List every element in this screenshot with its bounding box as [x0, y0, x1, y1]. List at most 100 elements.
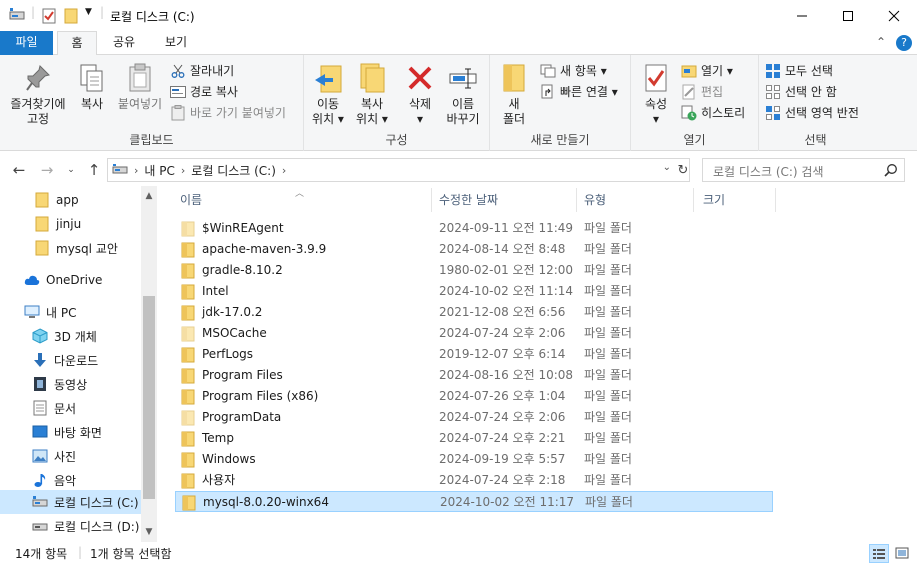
nav-item-jinju[interactable]: jinju	[0, 212, 141, 236]
breadcrumb-separator-icon[interactable]: ›	[181, 164, 185, 177]
invert-selection-button[interactable]: 선택 영역 반전	[765, 103, 859, 123]
nav-item-mysql-notes[interactable]: mysql 교안	[0, 236, 141, 260]
scroll-down-arrow-icon[interactable]: ▼	[141, 524, 157, 540]
file-row[interactable]: 사용자 2024-07-24 오후 2:18 파일 폴더	[175, 470, 773, 491]
close-button[interactable]	[871, 0, 917, 31]
history-button[interactable]: 히스토리	[681, 103, 745, 123]
breadcrumb-local-disk-c[interactable]: 로컬 디스크 (C:)	[191, 162, 276, 179]
column-divider[interactable]	[693, 188, 694, 212]
minimize-button[interactable]	[779, 0, 825, 31]
nav-item-music[interactable]: 음악	[0, 468, 141, 492]
breadcrumb-separator-icon[interactable]: ›	[134, 164, 138, 177]
tab-file[interactable]: 파일	[0, 31, 53, 55]
new-item-button[interactable]: 새 항목 ▾	[540, 61, 607, 81]
file-row[interactable]: Program Files 2024-08-16 오전 10:08 파일 폴더	[175, 365, 773, 386]
up-arrow-icon[interactable]: ↑	[84, 161, 104, 179]
help-icon[interactable]: ?	[896, 35, 912, 51]
copy-to-button[interactable]: 복사 위치 ▾	[352, 59, 392, 127]
file-row[interactable]: PerfLogs 2019-12-07 오후 6:14 파일 폴더	[175, 344, 773, 365]
tab-share[interactable]: 공유	[103, 31, 145, 55]
paste-shortcut-button[interactable]: 바로 가기 붙여넣기	[170, 103, 286, 123]
drive-icon	[32, 494, 48, 510]
nav-item-desktop[interactable]: 바탕 화면	[0, 420, 141, 444]
drive-icon[interactable]	[9, 8, 25, 25]
maximize-button[interactable]	[825, 0, 871, 31]
type-cell: 파일 폴더	[584, 305, 632, 319]
search-box[interactable]: 로컬 디스크 (C:) 검색	[702, 158, 905, 182]
details-view-button[interactable]	[869, 544, 889, 563]
file-name-label: mysql-8.0.20-winx64	[203, 495, 329, 509]
scroll-up-arrow-icon[interactable]: ▲	[141, 188, 157, 204]
forward-arrow-icon[interactable]: →	[37, 161, 57, 179]
column-divider[interactable]	[775, 188, 776, 212]
file-name-cell: gradle-8.10.2	[181, 260, 283, 281]
file-row[interactable]: $WinREAgent 2024-09-11 오전 11:49 파일 폴더	[175, 218, 773, 239]
easy-access-button[interactable]: 빠른 연결 ▾	[540, 82, 618, 102]
tab-home[interactable]: 홈	[57, 31, 97, 56]
nav-item-pictures[interactable]: 사진	[0, 444, 141, 468]
refresh-icon[interactable]: ↻	[673, 161, 693, 179]
select-all-button[interactable]: 모두 선택	[765, 61, 833, 81]
nav-item-this-pc[interactable]: 내 PC	[0, 300, 141, 324]
folder-icon	[498, 61, 530, 95]
breadcrumb-separator-icon[interactable]: ›	[282, 164, 286, 177]
file-row[interactable]: Program Files (x86) 2024-07-26 오후 1:04 파일 …	[175, 386, 773, 407]
nav-item-videos[interactable]: 동영상	[0, 372, 141, 396]
file-row[interactable]: MSOCache 2024-07-24 오후 2:06 파일 폴더	[175, 323, 773, 344]
file-list: ︿ 이름 수정한 날짜 유형 크기 $WinREAgent 2024-09-11 …	[158, 186, 917, 542]
back-arrow-icon[interactable]: ←	[9, 161, 29, 179]
nav-item-local-disk-d[interactable]: 로컬 디스크 (D:)	[0, 514, 141, 538]
status-bar: 14개 항목 | 1개 항목 선택함	[0, 542, 917, 566]
file-row[interactable]: Windows 2024-09-19 오후 5:57 파일 폴더	[175, 449, 773, 470]
file-row[interactable]: ProgramData 2024-07-24 오후 2:06 파일 폴더	[175, 407, 773, 428]
new-folder-button[interactable]: 새 폴더	[494, 59, 534, 127]
file-row[interactable]: Temp 2024-07-24 오후 2:21 파일 폴더	[175, 428, 773, 449]
folder-icon	[181, 473, 195, 489]
file-name-label: gradle-8.10.2	[202, 263, 283, 277]
rename-button[interactable]: 이름 바꾸기	[442, 59, 484, 127]
navigation-pane: app jinju mysql 교안 OneDrive 내 PC 3D 개체 다…	[0, 186, 157, 542]
column-header-type[interactable]: 유형	[584, 186, 684, 214]
nav-item-onedrive[interactable]: OneDrive	[0, 268, 141, 292]
move-to-button[interactable]: 이동 위치 ▾	[308, 59, 348, 127]
nav-item-3d-objects[interactable]: 3D 개체	[0, 324, 141, 348]
tab-view[interactable]: 보기	[152, 31, 200, 55]
properties-button[interactable]: 속성 ▾	[635, 59, 677, 127]
file-row[interactable]: apache-maven-3.9.9 2024-08-14 오전 8:48 파일 폴…	[175, 239, 773, 260]
type-cell: 파일 폴더	[584, 284, 632, 298]
open-button[interactable]: 열기 ▾	[681, 61, 733, 81]
paste-button[interactable]: 붙여넣기	[114, 59, 166, 112]
quick-access-dropdown-icon[interactable]: ▼	[85, 7, 92, 17]
copy-path-button[interactable]: 경로 복사	[170, 82, 238, 102]
copy-button[interactable]: 복사	[74, 59, 110, 112]
recent-locations-chevron-icon[interactable]: ⌄	[61, 161, 81, 179]
address-bar[interactable]: › 내 PC › 로컬 디스크 (C:) › ⌄	[107, 158, 690, 182]
nav-item-downloads[interactable]: 다운로드	[0, 348, 141, 372]
column-divider[interactable]	[431, 188, 432, 212]
column-header-size[interactable]: 크기	[703, 186, 773, 214]
file-row[interactable]: gradle-8.10.2 1980-02-01 오전 12:00 파일 폴더	[175, 260, 773, 281]
select-none-icon	[765, 84, 781, 100]
nav-item-documents[interactable]: 문서	[0, 396, 141, 420]
column-divider[interactable]	[576, 188, 577, 212]
delete-button[interactable]: 삭제 ▾	[400, 59, 440, 127]
cut-button[interactable]: 잘라내기	[170, 61, 234, 81]
expand-ribbon-icon[interactable]: ⌃	[876, 35, 886, 49]
address-dropdown-icon[interactable]: ⌄	[663, 162, 671, 173]
edit-button[interactable]: 편집	[681, 82, 723, 102]
nav-item-app[interactable]: app	[0, 188, 141, 212]
nav-item-local-disk-c[interactable]: 로컬 디스크 (C:)	[0, 490, 141, 514]
scrollbar-thumb[interactable]	[143, 296, 155, 499]
column-header-name[interactable]: 이름	[180, 186, 430, 214]
breadcrumb-this-pc[interactable]: 내 PC	[144, 162, 174, 179]
select-none-button[interactable]: 선택 안 함	[765, 82, 837, 102]
file-row[interactable]: jdk-17.0.2 2021-12-08 오전 6:56 파일 폴더	[175, 302, 773, 323]
file-row[interactable]: Intel 2024-10-02 오전 11:14 파일 폴더	[175, 281, 773, 302]
file-row[interactable]: mysql-8.0.20-winx64 2024-10-02 오전 11:17 파일…	[175, 491, 773, 512]
properties-icon[interactable]	[42, 8, 56, 27]
new-folder-icon[interactable]	[64, 8, 78, 27]
large-icons-view-button[interactable]	[892, 544, 912, 563]
navigation-scrollbar[interactable]: ▲ ▼	[141, 186, 157, 542]
pin-to-quick-access-button[interactable]: 즐겨찾기에 고정	[4, 59, 72, 127]
column-header-date-modified[interactable]: 수정한 날짜	[439, 186, 569, 214]
